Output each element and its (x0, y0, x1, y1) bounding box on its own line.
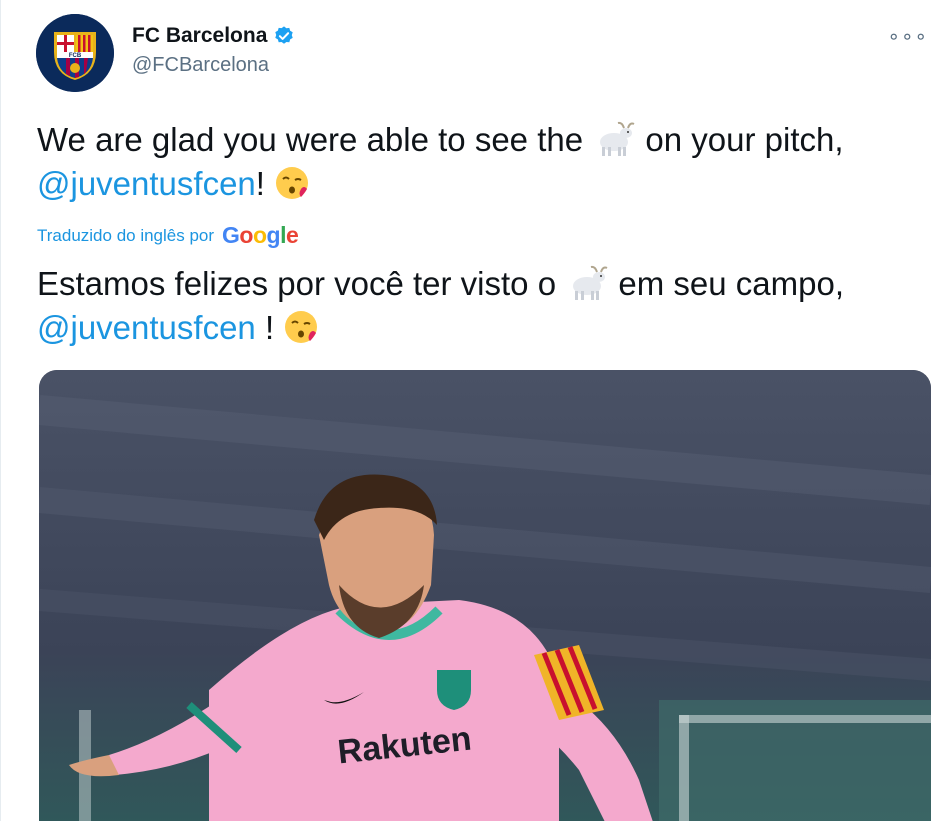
translated-mention-link[interactable]: @juventusfcen (37, 309, 256, 346)
translation-attribution: Traduzido do inglês por Google (37, 222, 299, 249)
kissing-face-emoji-icon (276, 167, 309, 199)
translated-line1-end: em seu campo, (618, 265, 844, 302)
tweet-card: FCB FC Barcelona @FCBarcelona ∘∘∘ We are… (0, 0, 950, 821)
tweet-header: FCB FC Barcelona @FCBarcelona (36, 14, 295, 92)
original-line1-end: on your pitch, (645, 121, 844, 158)
translated-mention-suffix: ! (255, 309, 275, 346)
fc-barcelona-crest-icon: FCB (36, 14, 114, 92)
photo-player-icon: Rakuten (39, 370, 931, 821)
original-mention-suffix: ! (255, 165, 265, 202)
account-names: FC Barcelona @FCBarcelona (132, 14, 295, 77)
display-name[interactable]: FC Barcelona (132, 24, 267, 48)
kissing-face-emoji-icon (285, 311, 318, 343)
display-name-row: FC Barcelona (132, 24, 295, 48)
original-line1: We are glad you were able to see the (37, 121, 584, 158)
original-mention-link[interactable]: @juventusfcen (37, 165, 256, 202)
tweet-original-text: We are glad you were able to see the on … (37, 118, 937, 206)
goat-emoji-icon (573, 265, 608, 300)
goat-emoji-icon (600, 121, 635, 156)
more-options-button[interactable]: ∘∘∘ (887, 24, 928, 49)
verified-badge-icon (275, 26, 294, 44)
avatar[interactable]: FCB (36, 14, 114, 92)
tweet-media-photo[interactable]: Rakuten (39, 370, 931, 821)
translated-by-label: Traduzido do inglês por (37, 225, 215, 245)
tweet-translated-text: Estamos felizes por você ter visto o em … (37, 262, 937, 350)
account-handle[interactable]: @FCBarcelona (132, 54, 295, 77)
google-logo[interactable]: Google (222, 222, 299, 249)
translated-line1: Estamos felizes por você ter visto o (37, 265, 557, 302)
